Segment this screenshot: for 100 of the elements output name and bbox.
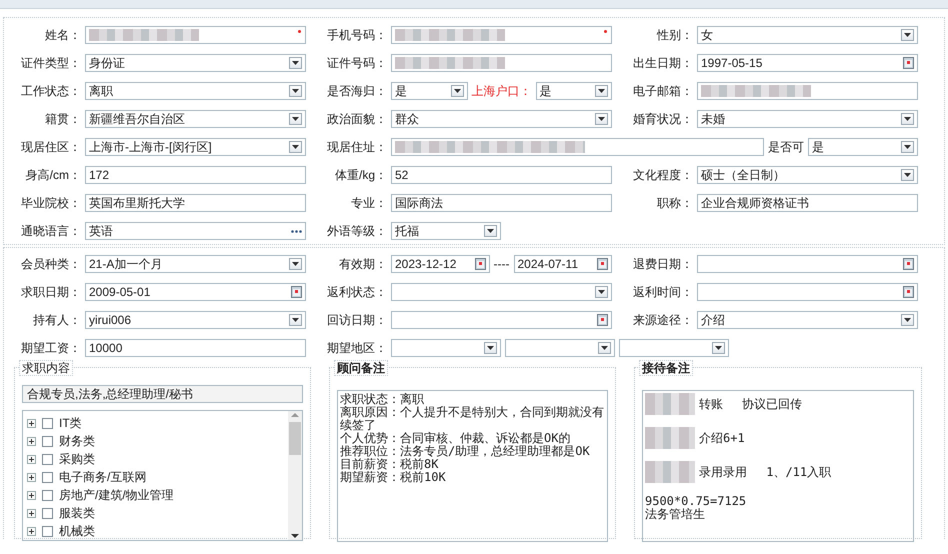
expand-icon[interactable] bbox=[27, 436, 36, 446]
date-field[interactable]: 1997-05-15 bbox=[697, 54, 918, 72]
dropdown-button[interactable] bbox=[595, 85, 608, 97]
select-field[interactable] bbox=[391, 339, 501, 357]
tree-item[interactable]: 财务类 bbox=[59, 432, 95, 450]
checkbox[interactable] bbox=[42, 526, 53, 536]
calendar-icon[interactable] bbox=[291, 286, 302, 298]
scroll-down-icon[interactable] bbox=[291, 532, 299, 540]
checkbox[interactable] bbox=[42, 508, 53, 518]
calendar-icon[interactable] bbox=[903, 258, 914, 270]
caret-icon bbox=[601, 346, 608, 350]
dropdown-button[interactable] bbox=[289, 258, 302, 270]
calendar-icon[interactable] bbox=[474, 258, 486, 270]
note-line: 介绍6+1 bbox=[699, 432, 745, 444]
input-field[interactable]: 10000 bbox=[85, 339, 306, 357]
date-field[interactable] bbox=[697, 255, 918, 273]
caret-icon bbox=[487, 346, 494, 350]
expand-icon[interactable] bbox=[27, 526, 36, 536]
field-label: 现居住区： bbox=[20, 139, 82, 156]
tree-item[interactable]: 房地产/建筑/物业管理 bbox=[59, 486, 174, 504]
input-field[interactable] bbox=[85, 26, 306, 44]
field-label: 姓名： bbox=[44, 27, 82, 44]
date-field[interactable] bbox=[697, 283, 918, 301]
select-field[interactable]: 是 bbox=[536, 82, 612, 100]
notes-field[interactable]: 转账 协议已回传 介绍6+1 录用录用 1、/11入职 9500*0.75=7125 法务管培生 bbox=[642, 390, 914, 542]
more-icon[interactable] bbox=[291, 230, 302, 232]
caret-icon bbox=[904, 173, 911, 177]
dropdown-button[interactable] bbox=[484, 342, 497, 354]
dropdown-button[interactable] bbox=[289, 85, 302, 97]
dropdown-button[interactable] bbox=[712, 342, 725, 354]
input-field[interactable] bbox=[391, 138, 764, 156]
dropdown-button[interactable] bbox=[595, 113, 608, 125]
input-field[interactable]: 52 bbox=[391, 166, 612, 184]
input-field[interactable] bbox=[391, 26, 612, 44]
date-field[interactable]: 2023-12-12 bbox=[391, 255, 490, 273]
dropdown-button[interactable] bbox=[450, 85, 464, 97]
select-field[interactable]: 上海市-上海市-[闵行区] bbox=[85, 138, 306, 156]
dropdown-button[interactable] bbox=[484, 225, 497, 237]
select-field[interactable]: 21-A加一个月 bbox=[85, 255, 306, 273]
select-field[interactable]: 离职 bbox=[85, 82, 306, 100]
calendar-icon[interactable] bbox=[597, 258, 608, 270]
field-label: 文化程度： bbox=[632, 167, 694, 184]
tree-item[interactable]: 机械类 bbox=[59, 522, 95, 540]
expand-icon[interactable] bbox=[27, 490, 36, 500]
expand-icon[interactable] bbox=[27, 418, 36, 428]
input-field[interactable] bbox=[391, 54, 612, 72]
select-field[interactable]: 女 bbox=[697, 26, 918, 44]
select-field[interactable]: 介绍 bbox=[697, 311, 918, 329]
select-field[interactable]: 硕士（全日制） bbox=[697, 166, 918, 184]
dropdown-button[interactable] bbox=[901, 29, 914, 41]
input-field[interactable]: 英国布里斯托大学 bbox=[85, 194, 306, 212]
calendar-icon[interactable] bbox=[597, 314, 608, 326]
dropdown-button[interactable] bbox=[595, 286, 608, 298]
select-field[interactable] bbox=[505, 339, 615, 357]
tree-item[interactable]: 采购类 bbox=[59, 450, 95, 468]
date-field[interactable]: 2024-07-11 bbox=[514, 255, 612, 273]
checkbox[interactable] bbox=[42, 418, 53, 428]
expand-icon[interactable] bbox=[27, 454, 36, 464]
select-field[interactable] bbox=[619, 339, 729, 357]
checkbox[interactable] bbox=[42, 436, 53, 446]
dropdown-button[interactable] bbox=[901, 169, 914, 181]
select-field[interactable]: 未婚 bbox=[697, 110, 918, 128]
dropdown-button[interactable] bbox=[901, 113, 914, 125]
expand-icon[interactable] bbox=[27, 472, 36, 482]
dropdown-button[interactable] bbox=[598, 342, 611, 354]
select-field[interactable]: yirui006 bbox=[85, 311, 306, 329]
select-field[interactable]: 托福 bbox=[391, 222, 501, 240]
scrollbar-thumb[interactable] bbox=[289, 422, 301, 455]
dropdown-button[interactable] bbox=[289, 57, 302, 69]
dropdown-button[interactable] bbox=[289, 141, 302, 153]
tree-item[interactable]: IT类 bbox=[59, 414, 82, 432]
select-field[interactable] bbox=[391, 283, 612, 301]
input-field[interactable] bbox=[697, 82, 918, 100]
expand-icon[interactable] bbox=[27, 508, 36, 518]
dropdown-button[interactable] bbox=[901, 314, 914, 326]
dropdown-button[interactable] bbox=[289, 314, 302, 326]
input-field[interactable]: 企业合规师资格证书 bbox=[697, 194, 918, 212]
checkbox[interactable] bbox=[42, 454, 53, 464]
scroll-up-icon[interactable] bbox=[291, 411, 299, 419]
date-field[interactable] bbox=[391, 311, 612, 329]
select-field[interactable]: 新疆维吾尔自治区 bbox=[85, 110, 306, 128]
checkbox[interactable] bbox=[42, 490, 53, 500]
field-label: 证件类型： bbox=[20, 55, 82, 72]
dropdown-button[interactable] bbox=[901, 141, 914, 153]
tree-item[interactable]: 电子商务/互联网 bbox=[59, 468, 146, 486]
select-field[interactable]: 是 bbox=[391, 82, 468, 100]
select-field[interactable]: 群众 bbox=[391, 110, 612, 128]
date-field[interactable]: 2009-05-01 bbox=[85, 283, 306, 301]
calendar-icon[interactable] bbox=[903, 57, 914, 69]
input-field[interactable]: 国际商法 bbox=[391, 194, 612, 212]
lookup-field[interactable]: 英语 bbox=[85, 222, 306, 240]
tree-item[interactable]: 服装类 bbox=[59, 504, 95, 522]
checkbox[interactable] bbox=[42, 472, 53, 482]
select-field[interactable]: 是 bbox=[808, 138, 918, 156]
calendar-icon[interactable] bbox=[903, 286, 914, 298]
select-field[interactable]: 身份证 bbox=[85, 54, 306, 72]
input-field[interactable]: 172 bbox=[85, 166, 306, 184]
dropdown-button[interactable] bbox=[289, 113, 302, 125]
notes-field[interactable]: 求职状态：离职 离职原因：个人提升不是特别大，合同到期就没有续签了 个人优势：合同审核、仲裁、诉讼都是OK的 推荐职位：法务专员/助理，总经理助理都是OK 目前薪资：税前8K 期望薪资：税前10K bbox=[337, 390, 608, 542]
scrollbar[interactable] bbox=[288, 411, 302, 540]
